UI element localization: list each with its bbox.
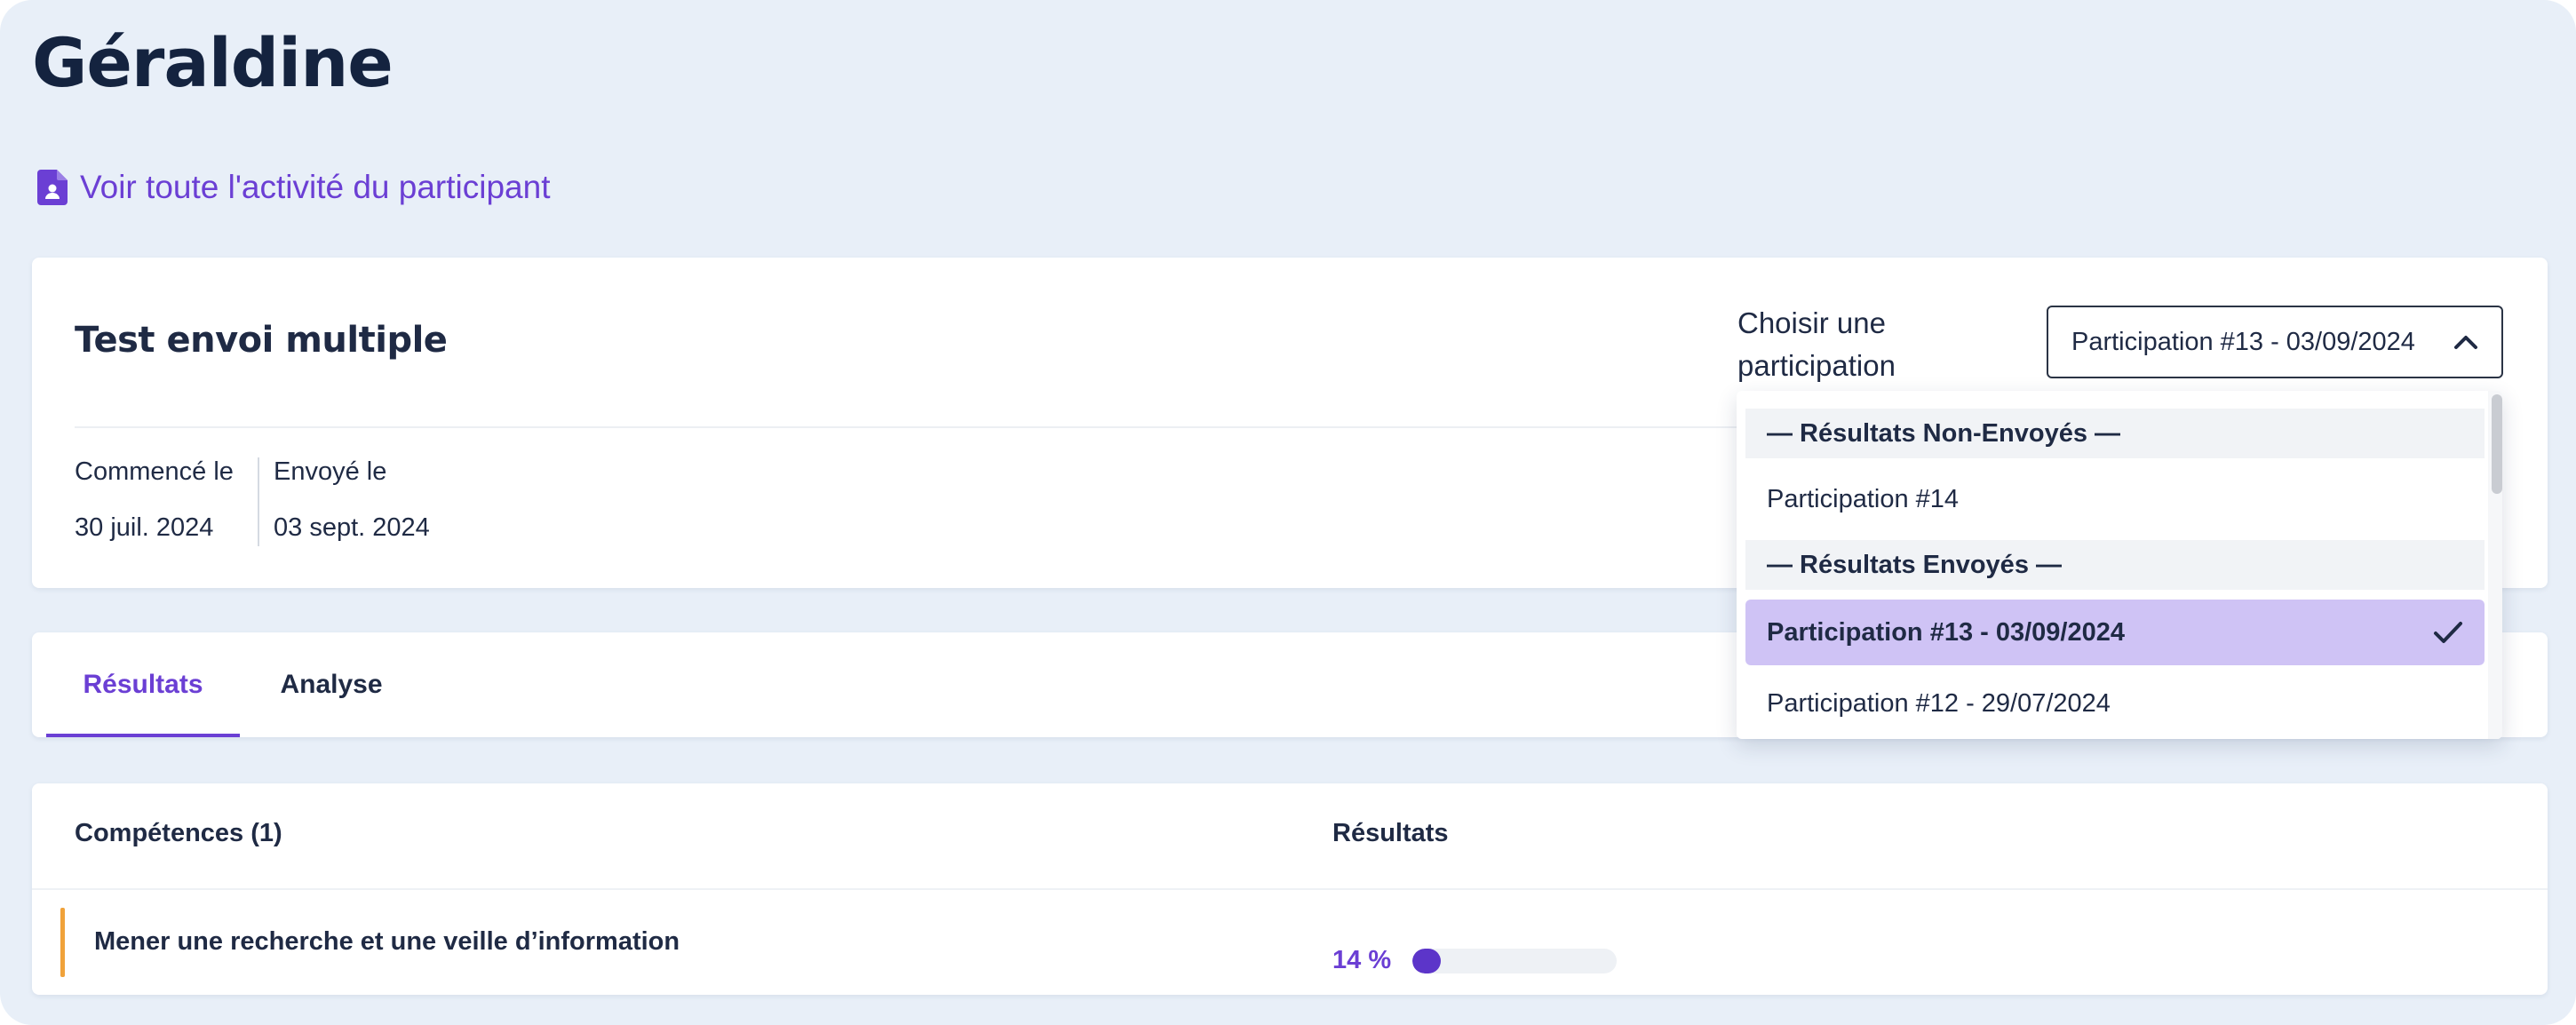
- dropdown-group-unsent: — Résultats Non-Envoyés —: [1745, 409, 2485, 458]
- started-value: 30 juil. 2024: [75, 513, 214, 542]
- sent-meta: Envoyé le 03 sept. 2024: [258, 457, 430, 546]
- tab-resultats[interactable]: Résultats: [46, 632, 240, 737]
- chevron-up-icon: [2454, 336, 2477, 349]
- dropdown-option-13[interactable]: Participation #13 - 03/09/2024: [1745, 600, 2485, 665]
- participation-dropdown: — Résultats Non-Envoyés — Participation …: [1737, 391, 2502, 739]
- dropdown-option-13-label: Participation #13 - 03/09/2024: [1767, 617, 2125, 647]
- sent-label: Envoyé le: [274, 457, 387, 486]
- row-accent-bar: [60, 908, 65, 977]
- participation-select[interactable]: Participation #13 - 03/09/2024: [2047, 306, 2503, 378]
- view-activity-label: Voir toute l'activité du participant: [80, 169, 551, 205]
- result-percent: 14 %: [1332, 946, 1392, 974]
- result-progress-fill: [1412, 949, 1442, 973]
- dropdown-group-sent: — Résultats Envoyés —: [1745, 540, 2485, 590]
- check-icon: [2434, 622, 2462, 643]
- user-document-icon: [37, 170, 68, 205]
- started-meta: Commencé le 30 juil. 2024: [75, 457, 234, 543]
- dropdown-option-12[interactable]: Participation #12 - 29/07/2024: [1745, 674, 2485, 733]
- started-label: Commencé le: [75, 457, 234, 486]
- tab-analyse[interactable]: Analyse: [265, 632, 398, 737]
- dropdown-scrollbar-thumb[interactable]: [2492, 394, 2502, 494]
- competence-name: Mener une recherche et une veille d’info…: [94, 927, 680, 956]
- competences-table: Compétences (1) Résultats Mener une rech…: [32, 783, 2548, 995]
- column-header-results: Résultats: [1332, 819, 1449, 847]
- card-divider: [75, 426, 1762, 428]
- dropdown-option-14[interactable]: Participation #14: [1745, 470, 2485, 528]
- sent-value: 03 sept. 2024: [274, 513, 430, 542]
- view-activity-link[interactable]: Voir toute l'activité du participant: [37, 169, 550, 206]
- participation-select-label: Choisir une participation: [1737, 306, 1896, 382]
- result-progress-track: [1412, 949, 1617, 973]
- page-background: Géraldine Voir toute l'activité du parti…: [0, 0, 2576, 1025]
- column-header-competences: Compétences (1): [75, 819, 282, 847]
- participant-name: Géraldine: [32, 23, 394, 102]
- participation-select-value: Participation #13 - 03/09/2024: [2071, 327, 2415, 356]
- test-title: Test envoi multiple: [75, 320, 448, 361]
- table-divider: [32, 888, 2548, 890]
